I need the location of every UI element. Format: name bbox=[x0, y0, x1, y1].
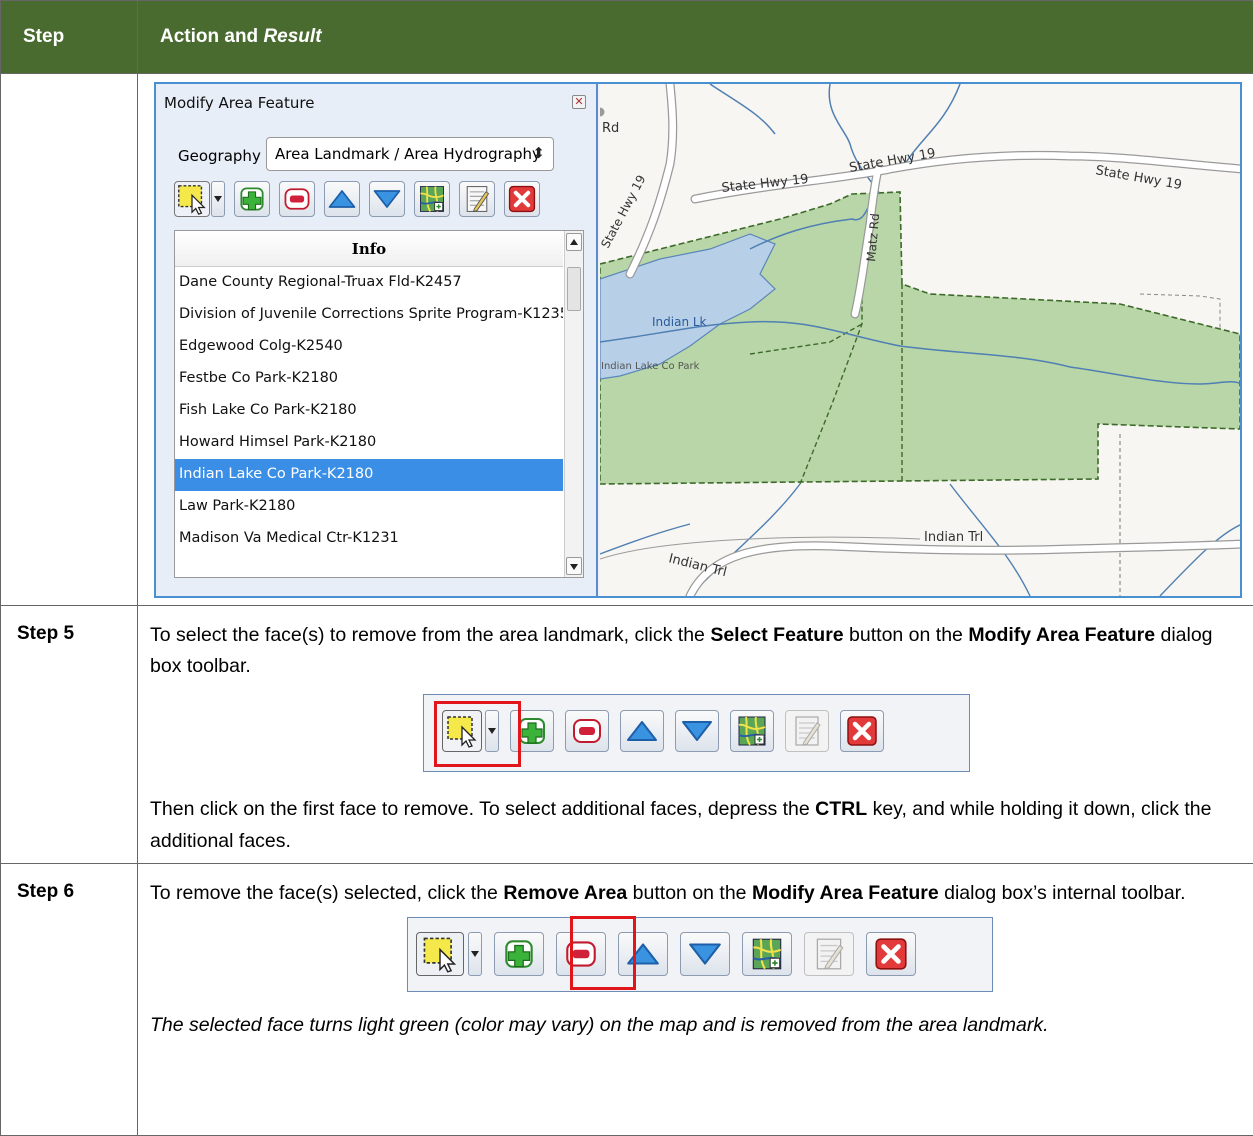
table-header-row: Step Action and Result bbox=[1, 1, 1253, 74]
edit-attributes-button[interactable] bbox=[804, 932, 854, 976]
move-down-button[interactable] bbox=[369, 181, 405, 217]
geography-label: Geography bbox=[178, 147, 261, 165]
map-label-lake: Indian Lk bbox=[652, 315, 707, 329]
add-area-icon bbox=[236, 183, 268, 215]
remove-area-toolbar-image bbox=[407, 917, 993, 992]
select-feature-button[interactable] bbox=[416, 932, 464, 976]
close-icon[interactable]: ✕ bbox=[572, 95, 586, 109]
table-row: Step 5 To select the face(s) to remove f… bbox=[1, 606, 1253, 864]
toolbar bbox=[416, 932, 916, 976]
table-row: Step 6 To remove the face(s) selected, c… bbox=[1, 864, 1253, 1136]
remove-area-button[interactable] bbox=[565, 710, 609, 752]
move-down-icon bbox=[686, 935, 724, 973]
header-step: Step bbox=[1, 1, 138, 74]
edit-attributes-button[interactable] bbox=[459, 181, 495, 217]
scroll-thumb[interactable] bbox=[567, 267, 581, 311]
step-description: To remove the face(s) selected, click th… bbox=[138, 864, 1253, 1136]
scroll-up-icon[interactable] bbox=[566, 233, 582, 251]
geography-value: Area Landmark / Area Hydrography bbox=[275, 145, 541, 163]
map-label-trail: Indian Trl bbox=[924, 530, 983, 545]
dialog-title: Modify Area Feature bbox=[164, 94, 314, 112]
step5-followup: Then click on the first face to remove. … bbox=[150, 794, 1241, 856]
cancel-icon bbox=[872, 935, 910, 973]
info-header: Info bbox=[175, 231, 563, 267]
select-feature-button[interactable] bbox=[174, 181, 210, 217]
list-item[interactable]: Dane County Regional-Truax Fld-K2457 bbox=[175, 267, 563, 299]
step6-instruction: To remove the face(s) selected, click th… bbox=[150, 878, 1241, 909]
header-action-result: Action and Result bbox=[138, 1, 1253, 74]
cancel-button[interactable] bbox=[504, 181, 540, 217]
step-description: To select the face(s) to remove from the… bbox=[138, 606, 1253, 864]
list-item[interactable]: Law Park-K2180 bbox=[175, 491, 563, 523]
add-area-button[interactable] bbox=[234, 181, 270, 217]
move-up-button[interactable] bbox=[620, 710, 664, 752]
move-down-button[interactable] bbox=[675, 710, 719, 752]
highlight-box bbox=[434, 701, 521, 767]
list-item[interactable]: Fish Lake Co Park-K2180 bbox=[175, 395, 563, 427]
updown-arrow-icon: ⬍ bbox=[532, 144, 545, 162]
screenshot-cell: Modify Area Feature ✕ Geography Area Lan… bbox=[138, 74, 1253, 606]
add-area-button[interactable] bbox=[494, 932, 544, 976]
move-down-icon bbox=[371, 183, 403, 215]
remove-area-icon bbox=[569, 713, 605, 749]
map-view[interactable]: Rd State Hwy 19 State Hwy 19 State Hwy 1… bbox=[600, 84, 1242, 596]
map-button[interactable] bbox=[742, 932, 792, 976]
remove-area-button[interactable] bbox=[279, 181, 315, 217]
step-cell-empty bbox=[1, 74, 138, 606]
list-item[interactable]: Howard Himsel Park-K2180 bbox=[175, 427, 563, 459]
step-label: Step 6 bbox=[1, 864, 138, 1136]
modify-area-screenshot: Modify Area Feature ✕ Geography Area Lan… bbox=[154, 82, 1242, 598]
cancel-icon bbox=[506, 183, 538, 215]
edit-attributes-icon bbox=[789, 713, 825, 749]
geography-select[interactable]: Area Landmark / Area Hydrography ⬍ bbox=[266, 137, 554, 171]
map-icon bbox=[416, 183, 448, 215]
move-up-icon bbox=[326, 183, 358, 215]
map-button[interactable] bbox=[414, 181, 450, 217]
vertical-scrollbar[interactable] bbox=[564, 231, 583, 577]
dialog-toolbar bbox=[174, 181, 540, 217]
select-feature-icon bbox=[175, 182, 209, 216]
list-item[interactable]: Festbe Co Park-K2180 bbox=[175, 363, 563, 395]
list-item-selected[interactable]: Indian Lake Co Park-K2180 bbox=[175, 459, 563, 491]
cancel-button[interactable] bbox=[866, 932, 916, 976]
move-up-icon bbox=[624, 713, 660, 749]
select-feature-toolbar-image bbox=[423, 694, 970, 772]
list-item[interactable]: Madison Va Medical Ctr-K1231 bbox=[175, 523, 563, 555]
dropdown-arrow-icon[interactable] bbox=[211, 181, 225, 217]
cancel-icon bbox=[844, 713, 880, 749]
edit-attributes-icon bbox=[810, 935, 848, 973]
scroll-down-icon[interactable] bbox=[566, 557, 582, 575]
edit-attributes-icon bbox=[461, 183, 493, 215]
map-icon bbox=[734, 713, 770, 749]
remove-area-icon bbox=[281, 183, 313, 215]
dropdown-arrow-icon[interactable] bbox=[468, 932, 482, 976]
map-button[interactable] bbox=[730, 710, 774, 752]
add-area-icon bbox=[500, 935, 538, 973]
move-down-icon bbox=[679, 713, 715, 749]
list-item[interactable]: Edgewood Colg-K2540 bbox=[175, 331, 563, 363]
modify-area-feature-dialog: Modify Area Feature ✕ Geography Area Lan… bbox=[156, 84, 598, 596]
steps-table: Step Action and Result Modify Area Featu… bbox=[0, 0, 1253, 1136]
map-icon bbox=[748, 935, 786, 973]
table-row: Modify Area Feature ✕ Geography Area Lan… bbox=[1, 74, 1253, 606]
edit-attributes-button[interactable] bbox=[785, 710, 829, 752]
map-label-park: Indian Lake Co Park bbox=[601, 361, 700, 372]
map-label-rd: Rd bbox=[602, 121, 619, 136]
list-item[interactable]: Division of Juvenile Corrections Sprite … bbox=[175, 299, 563, 331]
select-feature-icon bbox=[420, 934, 460, 974]
step-label: Step 5 bbox=[1, 606, 138, 864]
cancel-button[interactable] bbox=[840, 710, 884, 752]
info-list: Info Dane County Regional-Truax Fld-K245… bbox=[174, 230, 584, 578]
map-canvas[interactable]: Rd State Hwy 19 State Hwy 19 State Hwy 1… bbox=[600, 84, 1242, 596]
move-down-button[interactable] bbox=[680, 932, 730, 976]
highlight-box bbox=[570, 916, 636, 990]
step5-instruction: To select the face(s) to remove from the… bbox=[150, 620, 1241, 682]
step6-result: The selected face turns light green (col… bbox=[150, 1010, 1241, 1041]
move-up-button[interactable] bbox=[324, 181, 360, 217]
